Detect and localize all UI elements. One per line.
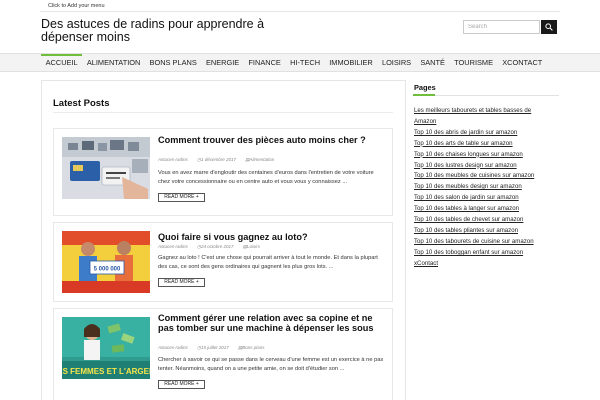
nav-item-energie[interactable]: ENERGIE [201, 54, 243, 72]
search-button[interactable] [541, 20, 557, 34]
nav-item-immobilier[interactable]: IMMOBILIER [325, 54, 378, 72]
post-date: 15 juillet 2017 [197, 345, 229, 350]
nav-item-xcontact[interactable]: XCONTACT [498, 54, 547, 72]
search-input[interactable] [463, 20, 540, 34]
sidebar-link[interactable]: Top 10 des toboggan enfant sur amazon [414, 248, 554, 259]
post-category[interactable]: Alimentation [245, 157, 274, 162]
post-category[interactable]: Bons plans [238, 345, 265, 350]
sidebar-link[interactable]: Top 10 des meubles de cuisines sur amazo… [414, 171, 554, 182]
post-meta: Astuces-radins 15 juillet 2017 Bons plan… [158, 345, 273, 351]
loto-winners-image: 5 000 000 [62, 231, 150, 293]
plus-icon: + [195, 194, 199, 200]
section-heading: Latest Posts [53, 98, 110, 109]
add-menu-link[interactable]: Click to Add your menu [48, 3, 105, 9]
post-author[interactable]: Astuces-radins [158, 157, 188, 162]
search-icon [545, 23, 553, 31]
post-excerpt: Chercher à savoir ce qui se passe dans l… [158, 357, 384, 372]
read-more-button[interactable]: READ MORE + [158, 380, 205, 389]
site-title[interactable]: Des astuces de radins pour apprendre à d… [41, 18, 281, 44]
post-thumbnail-loto[interactable]: 5 000 000 [62, 231, 150, 293]
post-author[interactable]: Astuces-radins [158, 345, 188, 350]
read-more-button[interactable]: READ MORE + [158, 278, 205, 287]
post-meta: Astuces-radins 24 octobre 2017 Loisirs [158, 244, 268, 250]
post-card: ES FEMMES ET L'ARGEN Comment gérer une r… [53, 308, 393, 400]
sidebar-link[interactable]: xContact [414, 259, 554, 270]
sidebar-link[interactable]: Top 10 des chaises longues sur amazon [414, 150, 554, 161]
nav-list: ACCUEIL ALIMENTATION BONS PLANS ENERGIE … [41, 54, 547, 72]
post-date: 24 octobre 2017 [197, 244, 233, 249]
top-bar: Click to Add your menu [40, 0, 560, 12]
post-excerpt: Vous en avez marre d'engloutir des centa… [158, 170, 374, 185]
read-more-label: READ MORE [164, 194, 195, 200]
auto-parts-image [62, 137, 150, 199]
nav-item-tourisme[interactable]: TOURISME [450, 54, 498, 72]
nav-item-hi-tech[interactable]: HI-TECH [285, 54, 324, 72]
nav-item-alimentation[interactable]: ALIMENTATION [82, 54, 145, 72]
post-author[interactable]: Astuces-radins [158, 244, 188, 249]
plus-icon: + [195, 381, 199, 387]
post-category[interactable]: Loisirs [243, 244, 260, 249]
sidebar-link[interactable]: Top 10 des tables à langer sur amazon [414, 204, 554, 215]
read-more-button[interactable]: READ MORE + [158, 193, 205, 202]
nav-item-sante[interactable]: SANTÉ [416, 54, 450, 72]
read-more-label: READ MORE [164, 279, 195, 285]
main-navigation: ACCUEIL ALIMENTATION BONS PLANS ENERGIE … [0, 53, 600, 72]
widget-accent-bar [413, 94, 435, 96]
post-card: 5 000 000 Quoi faire si vous gagnez au l… [53, 222, 393, 302]
post-thumbnail-relationship[interactable]: ES FEMMES ET L'ARGEN [62, 317, 150, 379]
banner-text: ES FEMMES ET L'ARGEN [62, 367, 150, 376]
nav-item-accueil[interactable]: ACCUEIL [41, 54, 83, 72]
ticket-amount: 5 000 000 [94, 267, 121, 273]
nav-item-loisirs[interactable]: LOISIRS [377, 54, 415, 72]
sidebar-link[interactable]: Top 10 des lustres design sur amazon [414, 161, 554, 172]
post-date: 1 décembre 2017 [197, 157, 236, 162]
nav-item-bons-plans[interactable]: BONS PLANS [145, 54, 201, 72]
post-title[interactable]: Comment trouver des pièces auto moins ch… [158, 135, 386, 145]
sidebar-link[interactable]: Top 10 des tables de chevet sur amazon [414, 215, 554, 226]
plus-icon: + [195, 279, 199, 285]
women-and-money-image: ES FEMMES ET L'ARGEN [62, 317, 150, 379]
sidebar-link[interactable]: Top 10 des arts de table sur amazon [414, 139, 554, 150]
sidebar-link[interactable]: Top 10 des salon de jardin sur amazon [414, 193, 554, 204]
heading-divider [53, 112, 393, 113]
widget-title: Pages [414, 83, 436, 92]
sidebar-link[interactable]: Top 10 des meubles design sur amazon [414, 182, 554, 193]
sidebar-link[interactable]: Les meilleurs tabourets et tables basses… [414, 106, 554, 128]
post-meta: Astuces-radins 1 décembre 2017 Alimentat… [158, 157, 282, 163]
post-card: Comment trouver des pièces auto moins ch… [53, 128, 393, 216]
pages-list: Les meilleurs tabourets et tables basses… [414, 106, 554, 270]
post-title[interactable]: Quoi faire si vous gagnez au loto? [158, 232, 386, 242]
post-title[interactable]: Comment gérer une relation avec sa copin… [158, 313, 386, 333]
post-thumbnail-auto-parts[interactable] [62, 137, 150, 199]
sidebar-link[interactable]: Top 10 des tables pliantes sur amazon [414, 226, 554, 237]
read-more-label: READ MORE [164, 381, 195, 387]
nav-item-finance[interactable]: FINANCE [244, 54, 286, 72]
sidebar-link[interactable]: Top 10 des tabourets de cuisine sur amaz… [414, 237, 554, 248]
latest-posts-section: Latest Posts Comment trouver des pièces … [41, 80, 406, 400]
post-excerpt: Gagnez au loto ! C'est une chose qui pou… [158, 255, 378, 270]
sidebar-link[interactable]: Top 10 des abris de jardin sur amazon [414, 128, 554, 139]
